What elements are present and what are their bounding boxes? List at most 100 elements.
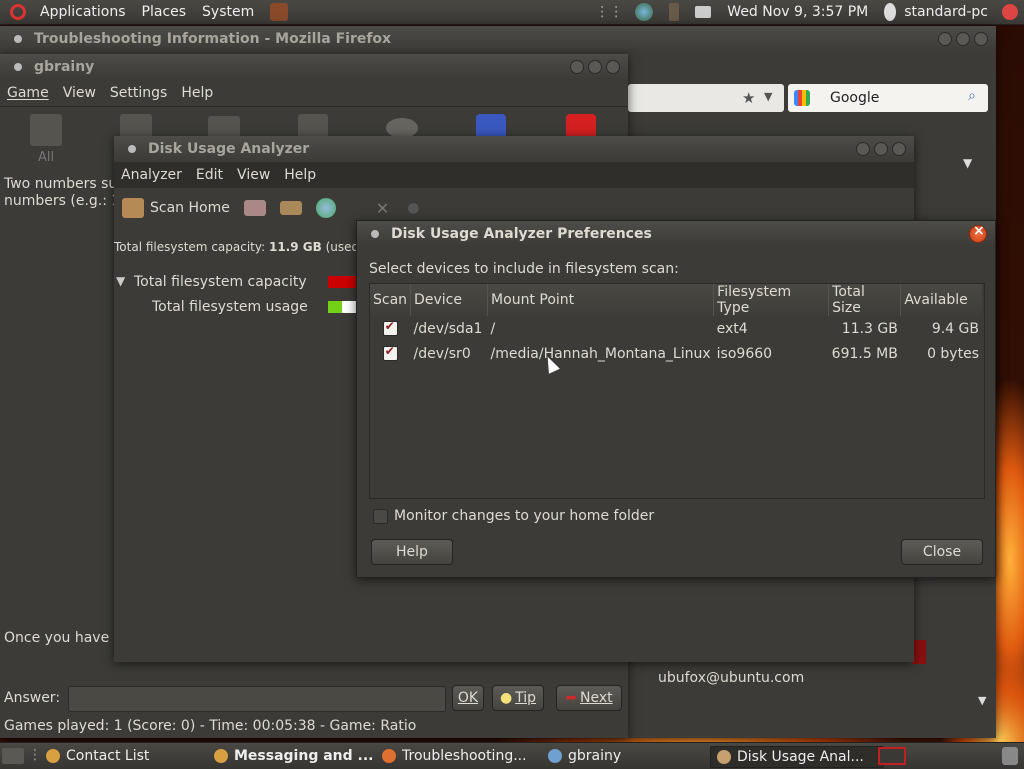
column-header-device[interactable]: Device xyxy=(410,284,489,316)
window-menu-icon[interactable] xyxy=(14,35,22,43)
menu-game[interactable]: Game xyxy=(0,85,56,101)
window-menu-icon[interactable] xyxy=(14,63,22,71)
available-cell: 9.4 GB xyxy=(931,320,979,337)
mail-icon[interactable] xyxy=(695,6,712,18)
maximize-button[interactable] xyxy=(874,142,888,156)
next-button[interactable]: ➦ Next xyxy=(556,685,622,711)
menu-edit[interactable]: Edit xyxy=(189,167,230,183)
email-link[interactable]: ubufox@ubuntu.com xyxy=(658,670,804,686)
user-lightbulb-icon[interactable] xyxy=(884,3,897,21)
monitor-checkbox[interactable] xyxy=(373,508,388,524)
url-bar[interactable]: ★ ▼ xyxy=(628,84,784,112)
device-list: Scan Device Mount Point Filesystem Type … xyxy=(369,283,985,499)
refresh-icon[interactable]: ● xyxy=(407,200,419,216)
search-icon[interactable]: ⌕ xyxy=(968,88,976,104)
task-disk-usage-analyzer[interactable]: Disk Usage Anal... xyxy=(710,746,884,768)
column-header-total-size[interactable]: Total Size xyxy=(828,284,902,316)
usage-bar xyxy=(328,301,358,313)
bookmark-star-icon[interactable]: ★ xyxy=(742,89,755,107)
tree-item-capacity[interactable]: Total filesystem capacity xyxy=(134,274,307,290)
fstype-cell: ext4 xyxy=(716,320,748,337)
lightbulb-icon: ● xyxy=(499,690,513,706)
tree-item-usage[interactable]: Total filesystem usage xyxy=(152,299,308,315)
chevron-down-icon[interactable]: ▼ xyxy=(764,90,772,103)
dua-title: Disk Usage Analyzer xyxy=(148,141,310,157)
window-menu-icon[interactable] xyxy=(128,145,136,153)
calculation-games-icon[interactable] xyxy=(208,116,240,138)
all-games-icon[interactable] xyxy=(30,114,62,146)
window-menu-icon[interactable] xyxy=(371,230,379,238)
task-gbrainy[interactable]: gbrainy xyxy=(542,746,716,766)
menu-analyzer[interactable]: Analyzer xyxy=(114,167,189,183)
table-row[interactable]: /dev/sda1 / ext4 11.3 GB 9.4 GB xyxy=(370,316,982,341)
close-button[interactable] xyxy=(974,32,988,46)
chevron-down-icon[interactable]: ▼ xyxy=(963,156,972,170)
keyboard-indicator-icon[interactable]: ⋮⋮ xyxy=(595,4,623,20)
scan-folder-icon[interactable] xyxy=(279,201,302,215)
top-panel: Applications Places System ⋮⋮ Wed Nov 9,… xyxy=(0,0,1024,25)
menu-settings[interactable]: Settings xyxy=(103,85,174,101)
scan-filesystem-icon[interactable] xyxy=(243,200,266,216)
network-globe-icon[interactable] xyxy=(635,3,654,21)
ubuntu-logo-icon[interactable] xyxy=(10,4,26,20)
taskbar: ⋮ Contact List Messaging and ... Trouble… xyxy=(0,742,1024,769)
trash-icon[interactable] xyxy=(1002,747,1018,765)
answer-input[interactable] xyxy=(68,686,446,712)
tip-button[interactable]: ● Tip xyxy=(492,685,544,711)
task-troubleshooting[interactable]: Troubleshooting... xyxy=(376,746,550,766)
column-header-mount-point[interactable]: Mount Point xyxy=(487,284,715,316)
scan-home-button[interactable]: Scan Home xyxy=(150,200,230,216)
menu-view[interactable]: View xyxy=(56,85,103,101)
stop-icon[interactable]: ✕ xyxy=(376,199,389,218)
close-button[interactable] xyxy=(606,60,620,74)
menu-applications[interactable]: Applications xyxy=(32,0,134,24)
menu-places[interactable]: Places xyxy=(134,0,195,24)
task-messaging[interactable]: Messaging and ... xyxy=(208,746,382,766)
maximize-button[interactable] xyxy=(956,32,970,46)
all-games-label[interactable]: All xyxy=(38,150,54,165)
scan-remote-icon[interactable] xyxy=(315,198,336,218)
chevron-down-icon[interactable]: ▼ xyxy=(978,694,986,707)
minimize-button[interactable] xyxy=(938,32,952,46)
help-button[interactable]: Help xyxy=(371,539,453,565)
scan-checkbox[interactable] xyxy=(382,344,398,361)
column-header-available[interactable]: Available xyxy=(900,284,982,316)
show-desktop-icon[interactable] xyxy=(2,748,24,764)
maximize-button[interactable] xyxy=(588,60,602,74)
search-box[interactable]: Google ⌕ xyxy=(788,84,988,112)
menu-help[interactable]: Help xyxy=(174,85,220,101)
google-engine-icon[interactable] xyxy=(794,90,810,106)
close-button[interactable] xyxy=(969,223,987,243)
shutdown-icon[interactable] xyxy=(1002,4,1018,20)
ok-button[interactable]: OK xyxy=(452,685,484,711)
menu-system[interactable]: System xyxy=(194,0,262,24)
hostname[interactable]: standard-pc xyxy=(904,4,988,20)
expander-icon[interactable]: ▼ xyxy=(116,274,125,288)
gbrainy-titlebar[interactable]: gbrainy xyxy=(0,54,628,80)
minimize-button[interactable] xyxy=(570,60,584,74)
home-icon[interactable] xyxy=(122,198,144,218)
close-button[interactable]: Close xyxy=(901,539,983,565)
scan-checkbox[interactable] xyxy=(382,319,398,336)
column-header-scan[interactable]: Scan xyxy=(370,284,412,316)
clock[interactable]: Wed Nov 9, 3:57 PM xyxy=(727,4,868,20)
verbal-games-icon[interactable] xyxy=(386,118,418,138)
mount-cell: / xyxy=(490,320,496,337)
firefox-launcher-icon[interactable] xyxy=(270,3,289,21)
task-contact-list[interactable]: Contact List xyxy=(40,746,218,766)
workspace-switcher[interactable] xyxy=(878,747,906,765)
monitor-option[interactable]: Monitor changes to your home folder xyxy=(373,508,654,524)
close-button[interactable] xyxy=(892,142,906,156)
column-header-filesystem-type[interactable]: Filesystem Type xyxy=(713,284,830,316)
prefs-prompt: Select devices to include in filesystem … xyxy=(369,261,679,277)
dua-titlebar[interactable]: Disk Usage Analyzer xyxy=(114,136,914,162)
menu-view[interactable]: View xyxy=(230,167,277,183)
monitor-label[interactable]: Monitor changes to your home folder xyxy=(394,508,654,524)
battery-icon[interactable] xyxy=(669,3,680,21)
search-input[interactable]: Google xyxy=(830,90,879,106)
firefox-titlebar[interactable]: Troubleshooting Information - Mozilla Fi… xyxy=(0,26,996,52)
minimize-button[interactable] xyxy=(856,142,870,156)
menu-help[interactable]: Help xyxy=(277,167,323,183)
prefs-titlebar[interactable]: Disk Usage Analyzer Preferences xyxy=(357,221,995,247)
table-row[interactable]: /dev/sr0 /media/Hannah_Montana_Linux iso… xyxy=(370,341,982,366)
